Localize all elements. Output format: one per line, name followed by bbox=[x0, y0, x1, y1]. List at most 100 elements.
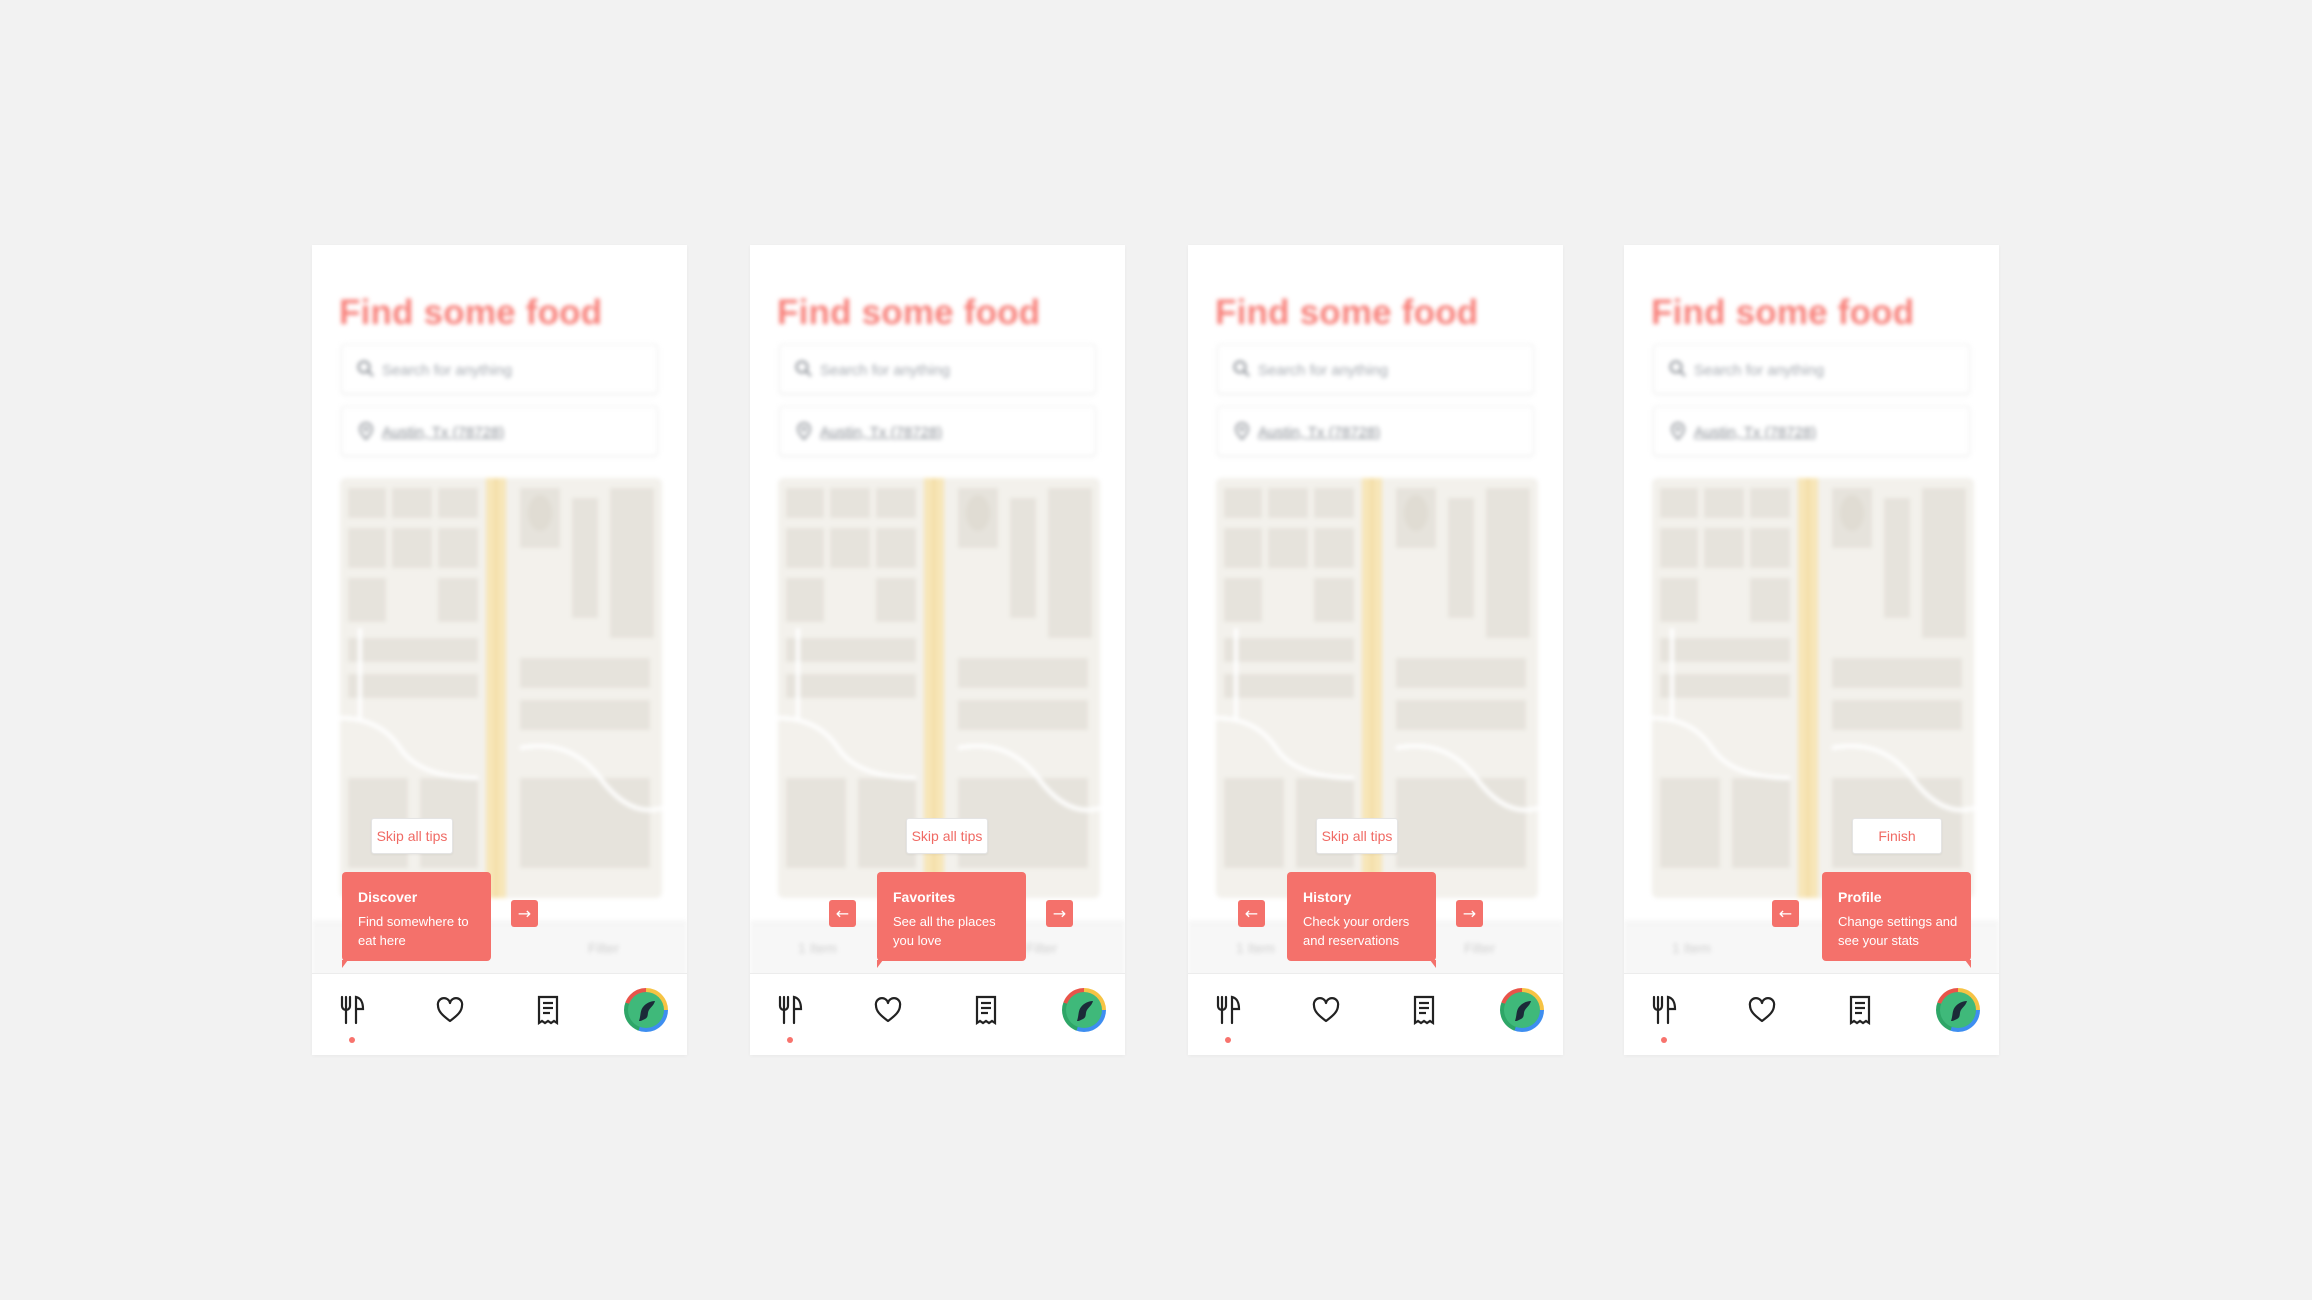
phone-screen-history: Find some food Search for anything Austi… bbox=[1188, 245, 1563, 1055]
filter-label: Filter bbox=[1026, 940, 1058, 956]
skip-all-tips-button[interactable]: Skip all tips bbox=[906, 818, 988, 854]
tab-bar bbox=[1188, 973, 1563, 1055]
location-text: Austin, Tx (78728) bbox=[382, 424, 505, 441]
tab-favorites[interactable] bbox=[1740, 988, 1784, 1032]
search-icon bbox=[1669, 360, 1686, 377]
next-tip-button[interactable]: → bbox=[511, 900, 538, 927]
location-pin-icon bbox=[1671, 422, 1685, 441]
fork-knife-icon bbox=[1652, 995, 1677, 1025]
tooltip-discover: Discover Find somewhere to eat here bbox=[342, 872, 491, 968]
onboarding-screens: Find some food Search for anything Austi… bbox=[0, 0, 2312, 1300]
search-input[interactable]: Search for anything bbox=[1217, 344, 1534, 394]
active-tab-indicator bbox=[787, 1037, 793, 1043]
page-title: Find some food bbox=[339, 293, 603, 332]
location-field[interactable]: Austin, Tx (78728) bbox=[341, 406, 658, 456]
search-placeholder: Search for anything bbox=[1694, 362, 1825, 379]
previous-tip-button[interactable]: ← bbox=[1238, 900, 1265, 927]
phone-screen-profile: Find some food Search for anything Austi… bbox=[1624, 245, 1999, 1055]
tooltip-title: Profile bbox=[1838, 889, 1882, 905]
avatar bbox=[1936, 988, 1980, 1032]
fork-knife-icon bbox=[778, 995, 803, 1025]
page-title: Find some food bbox=[1651, 293, 1915, 332]
search-placeholder: Search for anything bbox=[382, 362, 513, 379]
tab-profile[interactable] bbox=[624, 988, 668, 1032]
skip-all-tips-button[interactable]: Skip all tips bbox=[371, 818, 453, 854]
tab-bar bbox=[312, 973, 687, 1055]
tab-discover[interactable] bbox=[1642, 988, 1686, 1032]
active-tab-indicator bbox=[349, 1037, 355, 1043]
search-input[interactable]: Search for anything bbox=[779, 344, 1096, 394]
tab-favorites[interactable] bbox=[866, 988, 910, 1032]
receipt-icon bbox=[1413, 995, 1435, 1025]
active-tab-indicator bbox=[1661, 1037, 1667, 1043]
tab-favorites[interactable] bbox=[428, 988, 472, 1032]
tab-discover[interactable] bbox=[768, 988, 812, 1032]
search-placeholder: Search for anything bbox=[820, 362, 951, 379]
tab-history[interactable] bbox=[1402, 988, 1446, 1032]
filter-count: 1 Item bbox=[1672, 940, 1711, 956]
tab-favorites[interactable] bbox=[1304, 988, 1348, 1032]
search-icon bbox=[795, 360, 812, 377]
location-pin-icon bbox=[359, 422, 373, 441]
fork-knife-icon bbox=[340, 995, 365, 1025]
next-tip-button[interactable]: → bbox=[1046, 900, 1073, 927]
location-field[interactable]: Austin, Tx (78728) bbox=[1217, 406, 1534, 456]
tab-bar bbox=[750, 973, 1125, 1055]
avatar bbox=[624, 988, 668, 1032]
heart-icon bbox=[1748, 997, 1776, 1023]
receipt-icon bbox=[1849, 995, 1871, 1025]
tab-discover[interactable] bbox=[1206, 988, 1250, 1032]
avatar bbox=[1500, 988, 1544, 1032]
search-input[interactable]: Search for anything bbox=[341, 344, 658, 394]
tooltip-profile: Profile Change settings and see your sta… bbox=[1822, 872, 1971, 968]
tab-history[interactable] bbox=[964, 988, 1008, 1032]
tab-bar bbox=[1624, 973, 1999, 1055]
search-icon bbox=[1233, 360, 1250, 377]
receipt-icon bbox=[537, 995, 559, 1025]
fork-knife-icon bbox=[1216, 995, 1241, 1025]
tooltip-history: History Check your orders and reservatio… bbox=[1287, 872, 1436, 968]
search-placeholder: Search for anything bbox=[1258, 362, 1389, 379]
location-field[interactable]: Austin, Tx (78728) bbox=[779, 406, 1096, 456]
previous-tip-button[interactable]: ← bbox=[1772, 900, 1799, 927]
active-tab-indicator bbox=[1225, 1037, 1231, 1043]
phone-screen-favorites: Find some food Search for anything Austi… bbox=[750, 245, 1125, 1055]
location-text: Austin, Tx (78728) bbox=[1694, 424, 1817, 441]
search-icon bbox=[357, 360, 374, 377]
heart-icon bbox=[874, 997, 902, 1023]
tab-profile[interactable] bbox=[1500, 988, 1544, 1032]
tab-history[interactable] bbox=[526, 988, 570, 1032]
heart-icon bbox=[436, 997, 464, 1023]
phone-screen-discover: Find some food Search for anything Austi… bbox=[312, 245, 687, 1055]
filter-label: Filter bbox=[1464, 940, 1496, 956]
search-input[interactable]: Search for anything bbox=[1653, 344, 1970, 394]
receipt-icon bbox=[975, 995, 997, 1025]
tab-profile[interactable] bbox=[1936, 988, 1980, 1032]
tooltip-body: See all the places you love bbox=[893, 914, 996, 948]
filter-label: Filter bbox=[588, 940, 620, 956]
filter-count: 1 Item bbox=[1236, 940, 1275, 956]
tooltip-body: Check your orders and reservations bbox=[1303, 914, 1410, 948]
finish-button[interactable]: Finish bbox=[1852, 818, 1942, 854]
location-pin-icon bbox=[797, 422, 811, 441]
skip-all-tips-button[interactable]: Skip all tips bbox=[1316, 818, 1398, 854]
location-field[interactable]: Austin, Tx (78728) bbox=[1653, 406, 1970, 456]
previous-tip-button[interactable]: ← bbox=[829, 900, 856, 927]
location-text: Austin, Tx (78728) bbox=[1258, 424, 1381, 441]
tooltip-body: Change settings and see your stats bbox=[1838, 914, 1958, 948]
next-tip-button[interactable]: → bbox=[1456, 900, 1483, 927]
filter-count: 1 Item bbox=[798, 940, 837, 956]
tooltip-body: Find somewhere to eat here bbox=[358, 914, 469, 948]
tooltip-title: Discover bbox=[358, 889, 418, 905]
tab-history[interactable] bbox=[1838, 988, 1882, 1032]
tooltip-favorites: Favorites See all the places you love bbox=[877, 872, 1026, 968]
avatar bbox=[1062, 988, 1106, 1032]
tab-profile[interactable] bbox=[1062, 988, 1106, 1032]
heart-icon bbox=[1312, 997, 1340, 1023]
tab-discover[interactable] bbox=[330, 988, 374, 1032]
page-title: Find some food bbox=[777, 293, 1041, 332]
page-title: Find some food bbox=[1215, 293, 1479, 332]
tooltip-title: History bbox=[1303, 889, 1352, 905]
tooltip-title: Favorites bbox=[893, 889, 956, 905]
location-pin-icon bbox=[1235, 422, 1249, 441]
